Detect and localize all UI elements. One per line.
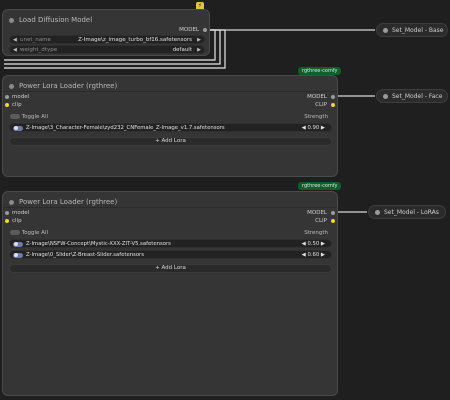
title-separator: [3, 91, 337, 92]
input-socket-model[interactable]: [5, 211, 9, 215]
lora-strength-value: 0.90: [307, 125, 320, 131]
load-diffusion-model-node[interactable]: Load Diffusion Model MODEL ◀ unet_name Z…: [2, 9, 210, 56]
node-source-badge: rgthree-comfy: [298, 182, 342, 190]
input-socket[interactable]: [383, 94, 388, 99]
widget-label: unet_name: [20, 37, 51, 43]
input-label-clip: clip: [12, 102, 22, 108]
unet-name-widget[interactable]: ◀ unet_name Z-Image\z_image_turbo_bf16.s…: [9, 35, 205, 44]
widget-value: Z-Image\z_image_turbo_bf16.safetensors: [78, 37, 192, 43]
set-model-face-node[interactable]: Set_Model - Face: [376, 89, 448, 103]
weight-dtype-widget[interactable]: ◀ weight_dtype default ▶: [9, 45, 205, 54]
output-socket-model[interactable]: [331, 95, 335, 99]
output-label-model: MODEL: [307, 210, 327, 216]
lora-toggle[interactable]: [13, 125, 23, 131]
toggle-all-switch[interactable]: [10, 230, 20, 235]
lora-row[interactable]: Z-Image\3_Character-Female\zyd232_CNFema…: [9, 123, 332, 132]
node-collapse-dot[interactable]: [9, 200, 14, 205]
lora-strength-value: 0.60: [307, 252, 320, 258]
add-lora-button[interactable]: + Add Lora: [9, 264, 332, 273]
input-socket-clip[interactable]: [5, 219, 9, 223]
arrow-left-icon[interactable]: ◀: [13, 47, 17, 53]
node-title: Power Lora Loader (rgthree): [19, 198, 118, 206]
lora-toggle[interactable]: [13, 241, 23, 247]
output-label-model: MODEL: [307, 94, 327, 100]
toggle-all-label: Toggle All: [21, 114, 49, 120]
power-lora-loader-node[interactable]: Power Lora Loader (rgthree) model clip M…: [2, 191, 338, 396]
set-model-loras-node[interactable]: Set_Model - LoRAs: [368, 205, 446, 219]
arrow-right-icon[interactable]: ▶: [197, 37, 201, 43]
output-socket-model[interactable]: [203, 28, 207, 32]
add-lora-button[interactable]: + Add Lora: [9, 137, 332, 146]
lora-row[interactable]: Z-Image\NSFW-Concept\Mystic-XXX-ZIT-V5.s…: [9, 239, 332, 248]
output-label-clip: CLIP: [315, 102, 327, 108]
power-lora-loader-node[interactable]: Power Lora Loader (rgthree) model clip M…: [2, 75, 338, 177]
toggle-all-row[interactable]: Toggle All: [10, 230, 48, 236]
set-node-label: Set_Model - LoRAs: [384, 209, 439, 216]
toggle-all-label: Toggle All: [21, 230, 49, 236]
lora-name[interactable]: Z-Image\0_Slider\Z-Breast-Slider.safeten…: [26, 252, 144, 258]
toggle-all-switch[interactable]: [10, 114, 20, 119]
input-socket[interactable]: [383, 28, 388, 33]
lora-strength[interactable]: ◀ 0.90 ▶: [302, 125, 325, 131]
input-label-model: model: [12, 210, 30, 216]
strength-header: Strength: [304, 230, 328, 236]
set-node-label: Set_Model - Base: [392, 27, 444, 34]
lora-row[interactable]: Z-Image\0_Slider\Z-Breast-Slider.safeten…: [9, 250, 332, 259]
output-label-model: MODEL: [179, 27, 199, 33]
output-socket-clip[interactable]: [331, 219, 335, 223]
output-socket-clip[interactable]: [331, 103, 335, 107]
set-model-base-node[interactable]: Set_Model - Base: [376, 23, 448, 37]
toggle-all-row[interactable]: Toggle All: [10, 114, 48, 120]
widget-value: default: [172, 47, 192, 53]
node-title: Load Diffusion Model: [19, 16, 93, 24]
widget-label: weight_dtype: [20, 47, 58, 53]
input-label-clip: clip: [12, 218, 22, 224]
node-collapse-dot[interactable]: [9, 84, 14, 89]
lora-strength[interactable]: ◀ 0.60 ▶: [302, 252, 325, 258]
node-title: Power Lora Loader (rgthree): [19, 82, 118, 90]
lora-toggle[interactable]: [13, 252, 23, 258]
strength-header: Strength: [304, 114, 328, 120]
lora-strength[interactable]: ◀ 0.50 ▶: [302, 241, 325, 247]
lora-name[interactable]: Z-Image\NSFW-Concept\Mystic-XXX-ZIT-V5.s…: [26, 241, 171, 247]
lora-strength-value: 0.50: [307, 241, 320, 247]
input-socket[interactable]: [375, 210, 380, 215]
output-label-clip: CLIP: [315, 218, 327, 224]
lora-name[interactable]: Z-Image\3_Character-Female\zyd232_CNFema…: [26, 125, 225, 131]
node-collapse-dot[interactable]: [9, 18, 14, 23]
output-socket-model[interactable]: [331, 211, 335, 215]
node-source-badge: rgthree-comfy: [298, 67, 342, 75]
set-node-label: Set_Model - Face: [392, 93, 443, 100]
input-socket-clip[interactable]: [5, 103, 9, 107]
input-socket-model[interactable]: [5, 95, 9, 99]
arrow-left-icon[interactable]: ◀: [13, 37, 17, 43]
arrow-right-icon[interactable]: ▶: [197, 47, 201, 53]
input-label-model: model: [12, 94, 30, 100]
title-separator: [3, 207, 337, 208]
